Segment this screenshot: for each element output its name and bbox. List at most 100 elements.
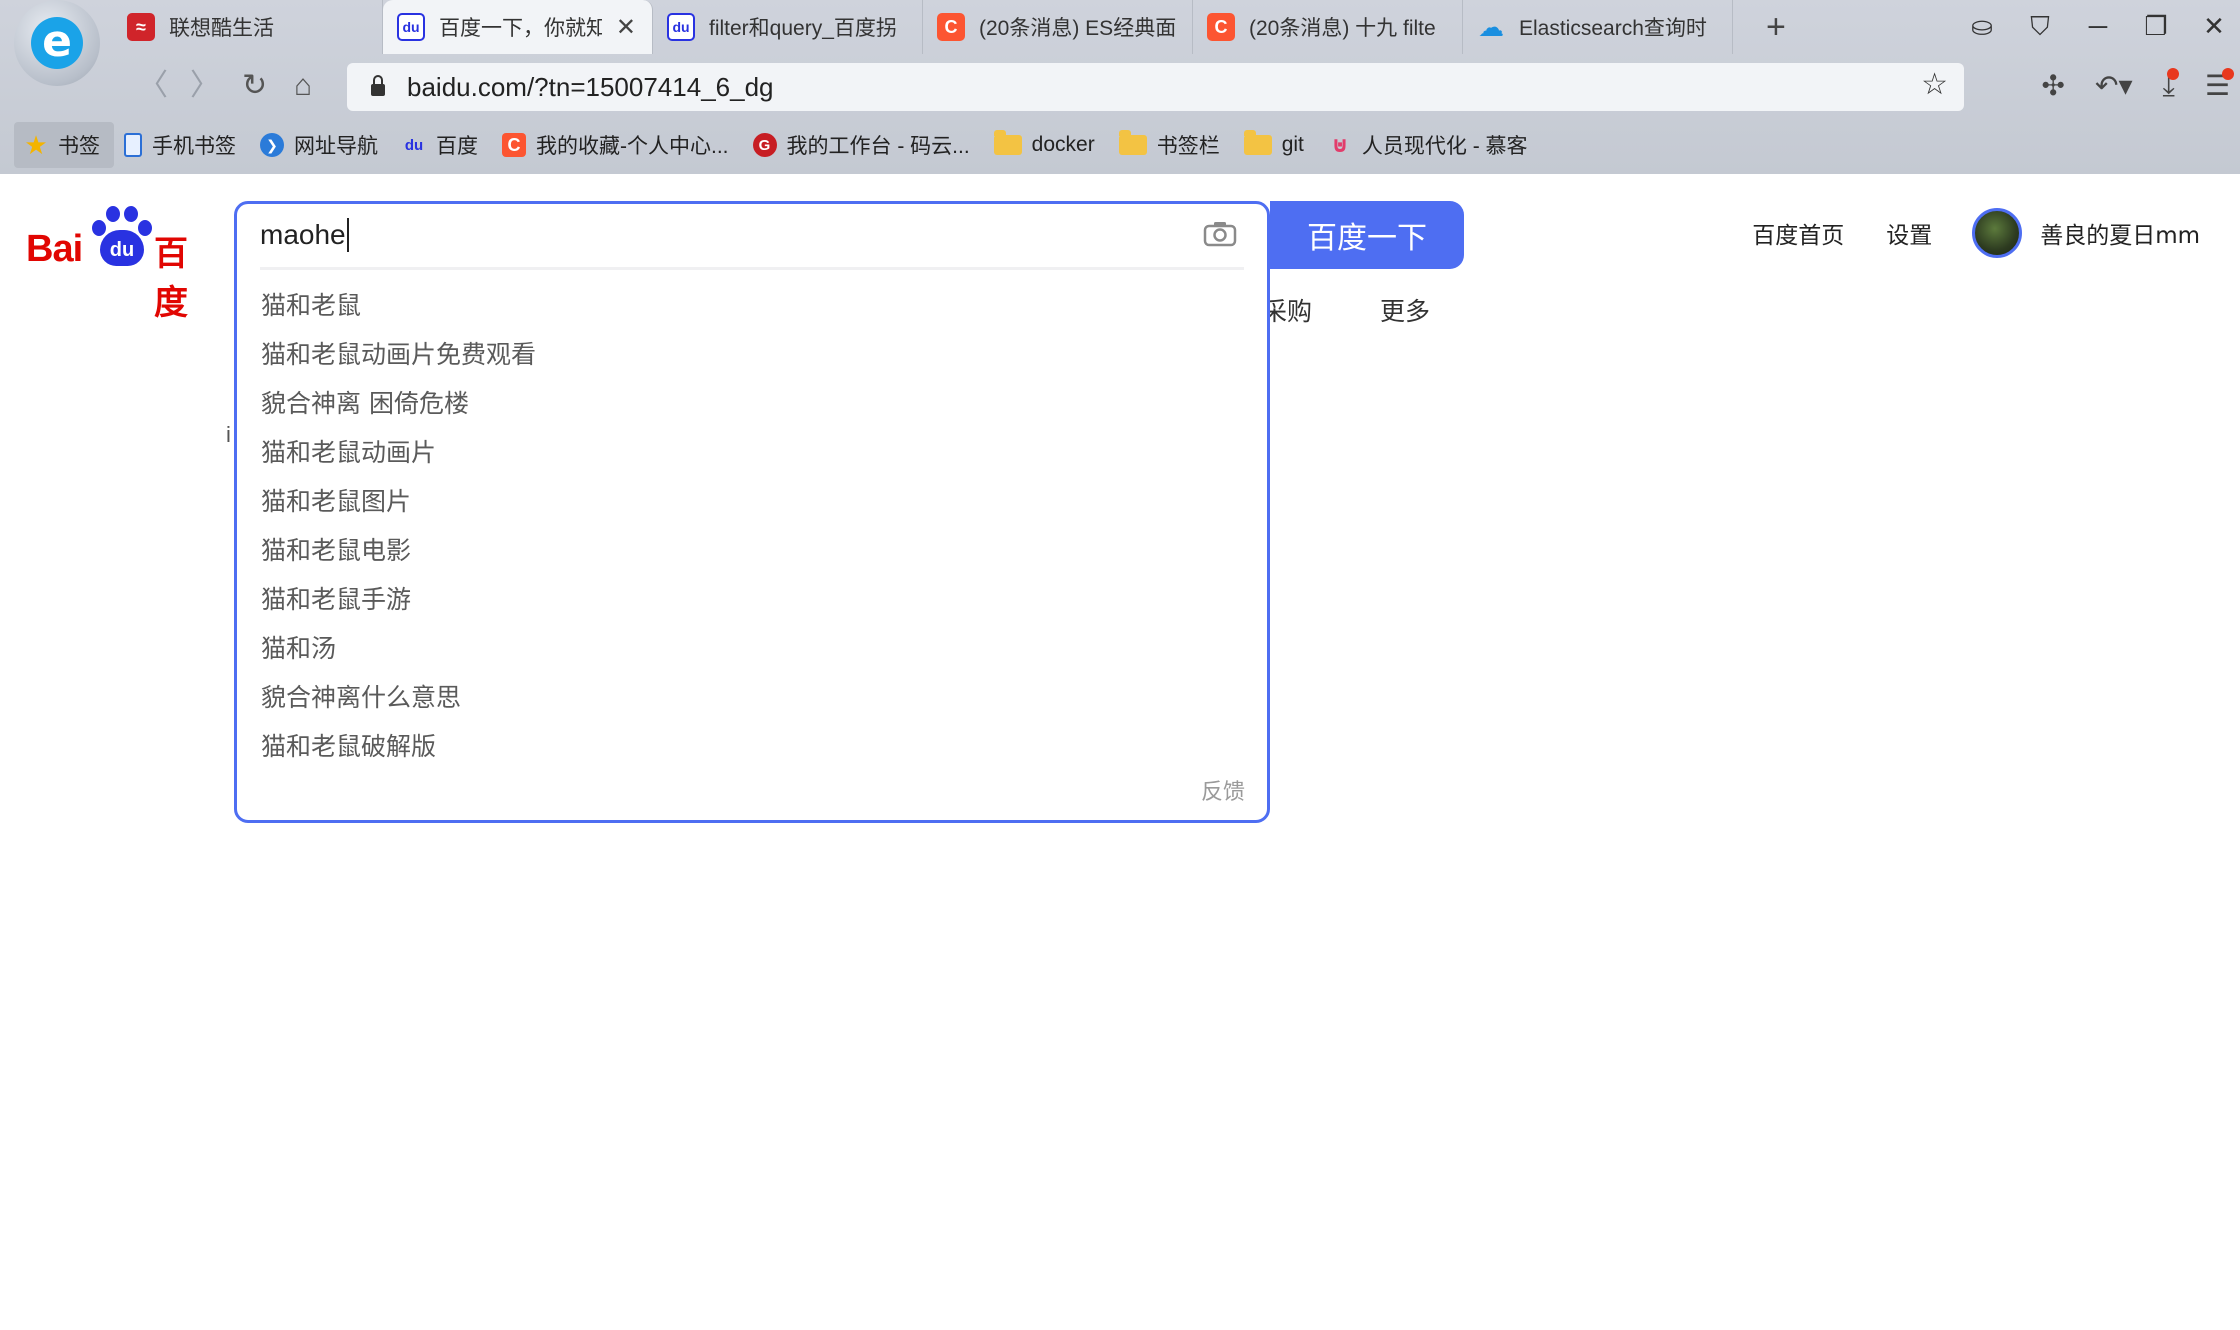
more-link[interactable]: 更多 bbox=[1380, 292, 1430, 328]
suggestion-item[interactable]: 猫和老鼠手游 bbox=[261, 583, 1241, 632]
folder-icon bbox=[1118, 130, 1147, 155]
bookmark-label: 网址导航 bbox=[294, 135, 378, 158]
bookmark-item[interactable]: ★ 书签 bbox=[14, 122, 114, 168]
top-right-links: 百度首页 设置 善良的夏日mm bbox=[1710, 208, 2200, 258]
bookmarks-bar: ★ 书签 手机书签 ❯ 网址导航 du 百度 C 我的收藏-个人中心... G … bbox=[0, 116, 2240, 174]
feedback-link[interactable]: 反馈 bbox=[1201, 774, 1245, 806]
extensions-icon[interactable]: ✣ bbox=[2042, 66, 2065, 106]
logo-bai-text: Bai bbox=[26, 228, 83, 270]
bookmark-item[interactable]: C 我的收藏-个人中心... bbox=[492, 122, 743, 168]
suggestion-list: 猫和老鼠 猫和老鼠动画片免费观看 貌合神离 困倚危楼 猫和老鼠动画片 猫和老鼠图… bbox=[261, 289, 1241, 779]
browser-chrome: e ≈ 联想酷生活 du 百度一下，你就知 ✕ du filter和query_… bbox=[0, 0, 2240, 174]
reload-icon[interactable]: ↻ bbox=[242, 66, 267, 106]
search-box-dropdown: 猫和老鼠 猫和老鼠动画片免费观看 貌合神离 困倚危楼 猫和老鼠动画片 猫和老鼠图… bbox=[234, 201, 1270, 823]
suggestion-item[interactable]: 猫和汤 bbox=[261, 632, 1241, 681]
bookmark-label: 百度 bbox=[436, 135, 478, 158]
toolbar: 〈 〉 ↻ ⌂ baidu.com/?tn=15007414_6_dg ☆ ✣ … bbox=[0, 56, 2240, 116]
mooc-icon: ⊍ bbox=[1330, 132, 1349, 157]
tab-title: filter和query_百度拐 bbox=[709, 17, 897, 40]
tab-title: 百度一下，你就知 bbox=[439, 17, 602, 40]
bookmark-item[interactable]: ⊍ 人员现代化 - 慕客 bbox=[1318, 122, 1542, 168]
tab-csdn-filter[interactable]: C (20条消息) 十九 filte bbox=[1193, 0, 1463, 54]
settings-link[interactable]: 设置 bbox=[1886, 216, 1932, 250]
close-icon[interactable]: ✕ bbox=[616, 13, 636, 42]
bookmark-item[interactable]: 手机书签 bbox=[114, 122, 250, 168]
address-bar[interactable]: baidu.com/?tn=15007414_6_dg ☆ bbox=[347, 63, 1964, 111]
bookmark-folder[interactable]: 书签栏 bbox=[1109, 122, 1234, 168]
text-caret bbox=[347, 218, 349, 252]
cloud-icon: ☁ bbox=[1478, 11, 1504, 42]
suggestion-item[interactable]: 貌合神离什么意思 bbox=[261, 681, 1241, 730]
search-button[interactable]: 百度一下 bbox=[1270, 201, 1464, 269]
bookmark-folder[interactable]: git bbox=[1234, 122, 1318, 168]
undo-icon[interactable]: ↶▾ bbox=[2095, 66, 2133, 106]
shirt-icon[interactable]: ⛉ bbox=[2024, 6, 2056, 46]
toolbar-extensions: ✣ ↶▾ ⤓ ☰ bbox=[2042, 66, 2235, 106]
forward-icon[interactable]: 〉 bbox=[190, 66, 220, 106]
suggestion-item[interactable]: 貌合神离 困倚危楼 bbox=[261, 387, 1241, 436]
tab-title: Elasticsearch查询时 bbox=[1519, 17, 1707, 40]
partial-text: i bbox=[226, 422, 231, 447]
baidu-page: Bai du 百度 采购 更多 i 猫和老鼠 猫和老鼠动画片免费观看 貌合神离 … bbox=[0, 174, 2240, 1330]
back-icon[interactable]: 〈 bbox=[138, 66, 168, 106]
csdn-icon: C bbox=[1207, 13, 1235, 41]
bookmark-folder[interactable]: docker bbox=[984, 122, 1109, 168]
folder-icon bbox=[1243, 130, 1272, 155]
tab-csdn-es[interactable]: C (20条消息) ES经典面 bbox=[923, 0, 1193, 54]
baidu-home-link[interactable]: 百度首页 bbox=[1752, 216, 1844, 250]
baidu-icon: du bbox=[397, 13, 425, 41]
bookmark-item[interactable]: ❯ 网址导航 bbox=[250, 122, 392, 168]
bookmark-label: git bbox=[1281, 133, 1304, 156]
tab-title: (20条消息) 十九 filte bbox=[1249, 17, 1436, 40]
menu-icon[interactable]: ☰ bbox=[2205, 66, 2235, 106]
gitee-icon: G bbox=[752, 133, 777, 157]
tab-title: (20条消息) ES经典面 bbox=[979, 17, 1176, 40]
logo-cn-text: 百度 bbox=[154, 234, 188, 323]
bookmark-label: 人员现代化 - 慕客 bbox=[1361, 135, 1528, 158]
tab-elasticsearch[interactable]: ☁ Elasticsearch查询时 bbox=[1463, 0, 1733, 54]
camera-icon[interactable] bbox=[1203, 221, 1237, 247]
window-controls: ⛀ ⛉ ─ ❐ ✕ bbox=[1966, 6, 2230, 46]
suggestion-item[interactable]: 猫和老鼠图片 bbox=[261, 485, 1241, 534]
folder-icon bbox=[993, 130, 1022, 155]
download-icon[interactable]: ⤓ bbox=[2163, 66, 2180, 106]
suggestion-item[interactable]: 猫和老鼠动画片免费观看 bbox=[261, 338, 1241, 387]
lenovo-icon: ≈ bbox=[127, 13, 155, 41]
suggestion-item[interactable]: 猫和老鼠破解版 bbox=[261, 730, 1241, 779]
csdn-icon: C bbox=[502, 133, 526, 157]
search-input[interactable] bbox=[260, 215, 1160, 255]
url-text[interactable]: baidu.com/?tn=15007414_6_dg bbox=[407, 72, 774, 103]
minimize-icon[interactable]: ─ bbox=[2082, 6, 2114, 46]
close-window-icon[interactable]: ✕ bbox=[2198, 6, 2230, 46]
bookmark-label: 我的工作台 - 码云... bbox=[786, 135, 970, 158]
nav-icon: ❯ bbox=[260, 133, 284, 157]
bookmark-label: 书签 bbox=[58, 135, 100, 158]
csdn-icon: C bbox=[937, 13, 965, 41]
paw-icon: du bbox=[90, 206, 154, 268]
avatar[interactable] bbox=[1972, 208, 2023, 258]
lock-icon bbox=[371, 75, 385, 96]
tab-title: 联想酷生活 bbox=[169, 17, 274, 40]
suggestion-item[interactable]: 猫和老鼠动画片 bbox=[261, 436, 1241, 485]
suggestion-item[interactable]: 猫和老鼠 bbox=[261, 289, 1241, 338]
bookmark-item[interactable]: du 百度 bbox=[392, 122, 492, 168]
new-tab-icon[interactable]: + bbox=[1766, 8, 1786, 46]
phone-icon bbox=[124, 133, 142, 157]
username-link[interactable]: 善良的夏日mm bbox=[2040, 216, 2200, 250]
tab-strip: ≈ 联想酷生活 du 百度一下，你就知 ✕ du filter和query_百度… bbox=[113, 0, 1733, 56]
baidu-logo[interactable]: Bai du 百度 bbox=[26, 206, 208, 323]
tab-baidu-active[interactable]: du 百度一下，你就知 ✕ bbox=[383, 0, 653, 54]
incognito-icon[interactable]: ⛀ bbox=[1966, 6, 1998, 46]
tab-lenovo[interactable]: ≈ 联想酷生活 bbox=[113, 0, 383, 54]
bookmark-label: 手机书签 bbox=[152, 135, 236, 158]
bookmark-item[interactable]: G 我的工作台 - 码云... bbox=[743, 122, 984, 168]
restore-icon[interactable]: ❐ bbox=[2140, 6, 2172, 46]
bookmark-star-icon[interactable]: ☆ bbox=[1921, 67, 1948, 102]
suggestion-item[interactable]: 猫和老鼠电影 bbox=[261, 534, 1241, 583]
bookmark-label: docker bbox=[1031, 133, 1095, 156]
bookmark-label: 我的收藏-个人中心... bbox=[536, 135, 729, 158]
home-icon[interactable]: ⌂ bbox=[294, 66, 312, 106]
baidu-icon: du bbox=[667, 13, 695, 41]
tab-baidu-filter[interactable]: du filter和query_百度拐 bbox=[653, 0, 923, 54]
input-divider bbox=[260, 267, 1244, 270]
